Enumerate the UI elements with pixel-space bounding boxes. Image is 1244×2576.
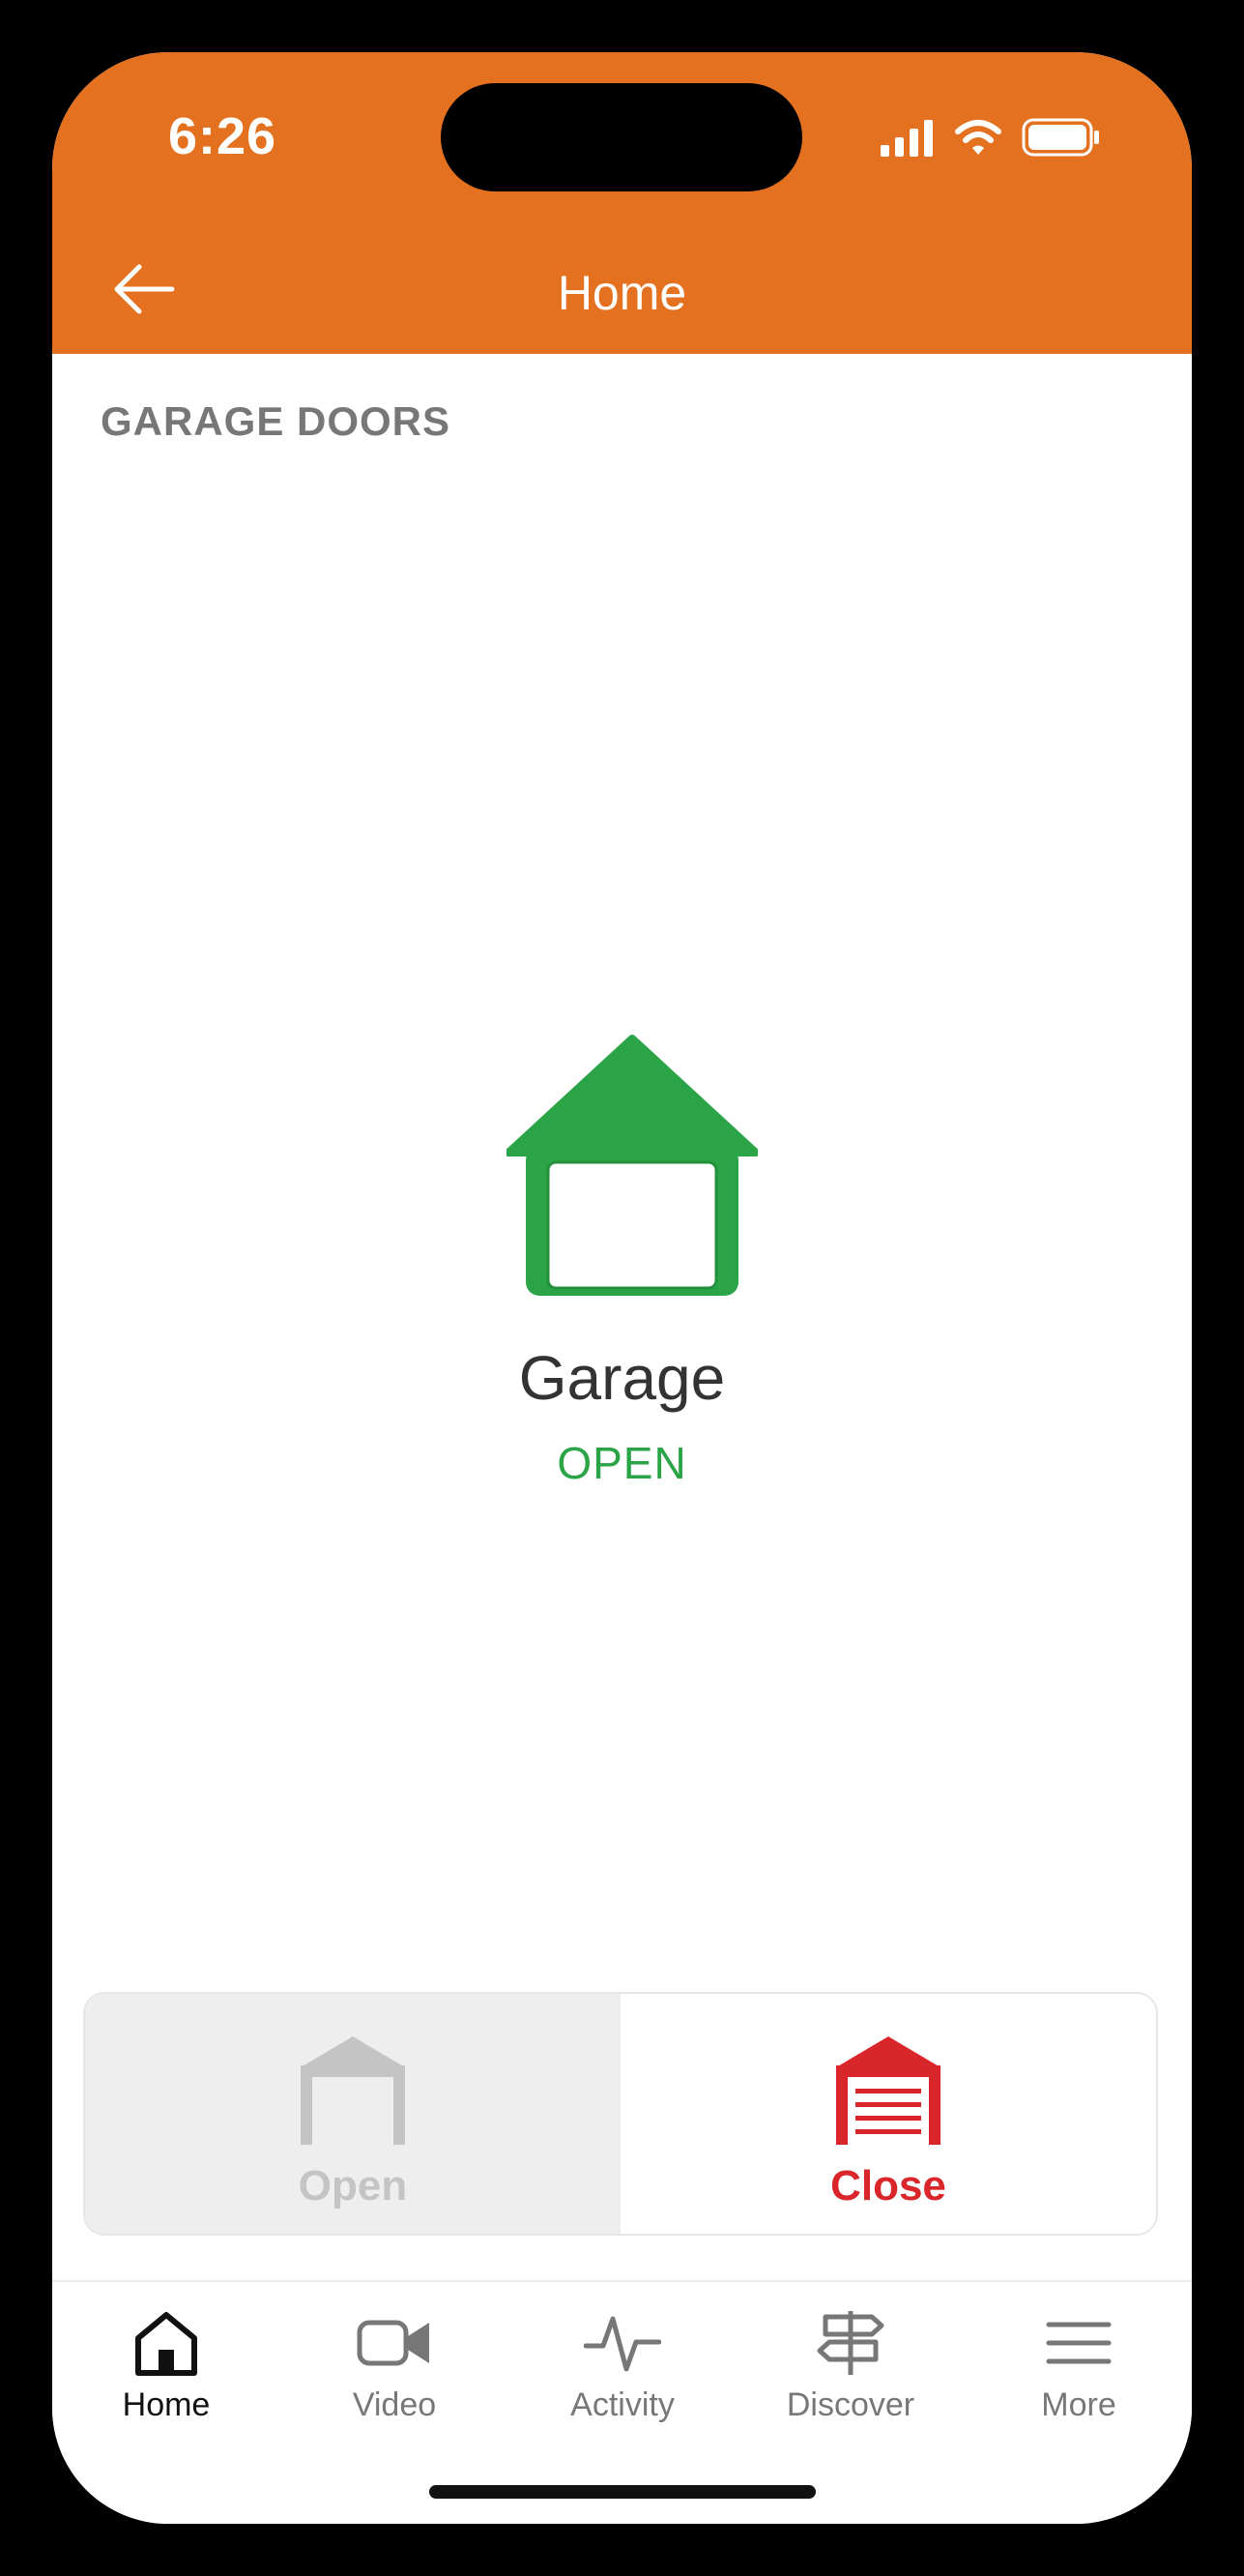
garage-status: OPEN [557, 1438, 687, 1488]
dynamic-island [441, 83, 802, 191]
tab-video[interactable]: Video [280, 2282, 508, 2437]
tab-activity[interactable]: Activity [508, 2282, 737, 2437]
garage-open-icon[interactable] [506, 1033, 758, 1298]
page-title: Home [557, 266, 687, 320]
tab-more-label: More [1041, 2386, 1116, 2423]
garage-name: Garage [518, 1343, 726, 1413]
signal-icon [881, 120, 933, 157]
app-header: 6:26 Home [52, 52, 1192, 354]
garage-closed-icon [836, 2036, 940, 2145]
section-heading: GARAGE DOORS [101, 398, 451, 444]
menu-icon [1046, 2322, 1112, 2364]
battery-icon [1022, 118, 1099, 157]
tab-discover[interactable]: Discover [737, 2282, 965, 2437]
video-camera-icon [357, 2320, 429, 2366]
wifi-icon [955, 120, 1001, 155]
close-door-label: Close [830, 2162, 946, 2210]
garage-open-small-icon [301, 2036, 405, 2145]
app-screen: 6:26 Home GARAGE DOORS Garage OPEN Open … [52, 52, 1192, 2524]
tab-home-label: Home [122, 2386, 211, 2423]
tab-activity-label: Activity [570, 2386, 675, 2423]
status-time: 6:26 [168, 107, 277, 165]
status-icons [879, 116, 1101, 159]
close-door-button[interactable]: Close [621, 1994, 1156, 2234]
open-door-button[interactable]: Open [85, 1994, 621, 2234]
tab-home[interactable]: Home [52, 2282, 280, 2437]
tab-video-label: Video [352, 2386, 437, 2423]
tab-more[interactable]: More [965, 2282, 1192, 2437]
tab-discover-label: Discover [786, 2386, 915, 2423]
home-icon [135, 2312, 197, 2376]
open-door-label: Open [298, 2162, 408, 2210]
door-action-bar: Open Close [83, 1992, 1158, 2236]
signpost-icon [817, 2311, 884, 2375]
phone-frame: 6:26 Home GARAGE DOORS Garage OPEN Open … [0, 0, 1244, 2576]
activity-pulse-icon [584, 2316, 661, 2372]
home-indicator[interactable] [429, 2485, 816, 2499]
